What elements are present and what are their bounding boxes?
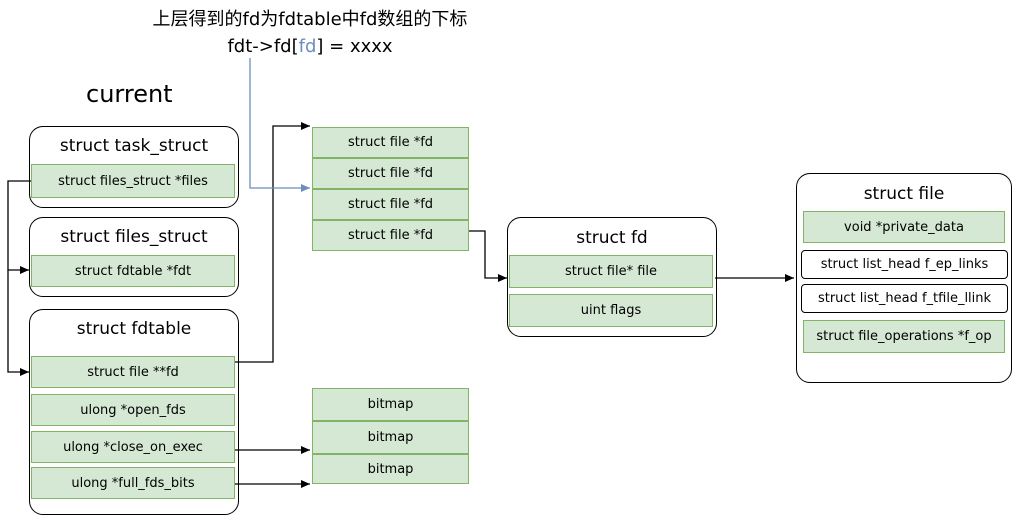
arrow-fd-entry-to-struct-fd bbox=[469, 230, 507, 282]
arrow-fd-to-fd-array bbox=[235, 122, 310, 363]
arrow-fdt-to-fdtable bbox=[7, 270, 29, 376]
connector-layer bbox=[7, 58, 794, 488]
arrow-files-to-files-struct bbox=[7, 180, 31, 274]
arrow-index-to-fd-entry bbox=[249, 58, 310, 192]
